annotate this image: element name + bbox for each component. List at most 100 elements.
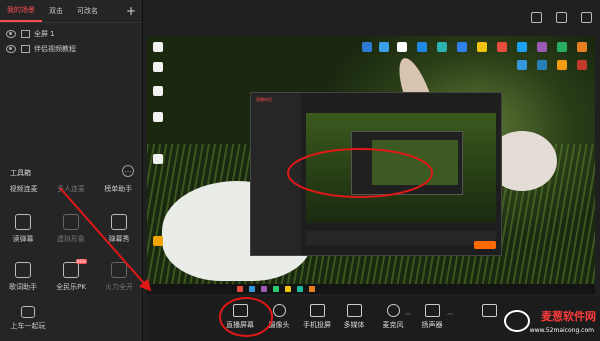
microphone-label: 麦克风: [382, 321, 404, 329]
desktop-app-icon: [437, 42, 447, 52]
nested-live-window: 直播伴侣: [250, 92, 502, 256]
speaker-button[interactable]: 扬声器: [412, 304, 452, 330]
screen-capture-button[interactable]: 直播屏幕: [220, 304, 260, 330]
media-icon: [346, 304, 362, 317]
tool-label: 歌词助手: [9, 283, 37, 291]
gift-icon[interactable]: [531, 12, 542, 23]
taskbar-icon: [297, 286, 303, 292]
toolbox-tabs: 视频连麦 多人连麦 榜单助手: [0, 184, 142, 194]
nested-live-button: [474, 241, 496, 249]
tool-read-danmaku[interactable]: 读弹幕: [0, 214, 46, 244]
trash-icon[interactable]: [556, 12, 567, 23]
phone-cast-button[interactable]: 手机投屏: [297, 304, 337, 330]
tab-double-click[interactable]: 双击: [42, 0, 70, 22]
screen-capture-label: 直播屏幕: [226, 321, 254, 329]
tab-video-link[interactable]: 视频连麦: [10, 184, 38, 194]
top-right-icons: [531, 12, 592, 23]
nested-title: 直播伴侣: [256, 97, 272, 102]
scene-tabs: 我的场景 双击 可改名 +: [0, 0, 142, 23]
more-icon[interactable]: …: [122, 165, 134, 177]
taskbar-icon: [285, 286, 291, 292]
source-label: 全屏 1: [34, 29, 55, 38]
tool-pk[interactable]: NEW 全民乐PK: [48, 259, 94, 292]
taskbar-icon: [273, 286, 279, 292]
desktop-app-icon: [417, 42, 427, 52]
desktop-app-icon: [577, 42, 587, 52]
download-icon: [111, 262, 127, 278]
lyrics-icon: [15, 262, 31, 278]
share-icon[interactable]: [581, 12, 592, 23]
desktop-app-icon: [517, 60, 527, 70]
danmaku-show-icon: [111, 214, 127, 230]
ride-together-label: 上车一起玩: [10, 322, 46, 330]
desktop-file-icon: [153, 86, 163, 96]
taskbar-icon: [309, 286, 315, 292]
tab-rank-helper[interactable]: 榜单助手: [104, 184, 132, 194]
camera-icon: [272, 304, 286, 317]
desktop-app-icon: [557, 60, 567, 70]
avatar-icon: [63, 214, 79, 230]
nested-inner-preview: [372, 140, 458, 185]
chevron-up-icon[interactable]: ︿: [447, 308, 453, 317]
desktop-app-icon: [477, 42, 487, 52]
tab-multi-link[interactable]: 多人连麦: [57, 184, 85, 194]
fullscreen-icon: [21, 29, 30, 38]
source-list: 全屏 1 伴侣视频教程: [0, 26, 142, 56]
desktop-app-icon: [517, 42, 527, 52]
eye-icon[interactable]: [6, 44, 16, 53]
source-item[interactable]: 全屏 1: [0, 26, 142, 41]
desktop-app-icon: [537, 60, 547, 70]
tab-rename[interactable]: 可改名: [70, 0, 105, 22]
desktop-app-icon: [557, 42, 567, 52]
new-badge: NEW: [75, 259, 87, 264]
source-item[interactable]: 伴侣视频教程: [0, 41, 142, 56]
media-label: 多媒体: [343, 321, 365, 329]
danmaku-icon: [15, 214, 31, 230]
nested-bottom-bar: [306, 231, 496, 245]
taskbar-icon: [249, 286, 255, 292]
tool-label: 全民乐PK: [56, 283, 86, 291]
bottom-toolbar: 直播屏幕 摄像头 手机投屏 多媒体 麦克风 ︿ 扬声器 ︿: [147, 296, 600, 341]
toolbox-title: 工具箱: [10, 169, 31, 177]
microphone-icon: [386, 304, 400, 317]
media-button[interactable]: 多媒体: [334, 304, 374, 330]
desktop-app-icon: [153, 236, 163, 246]
speaker-icon: [424, 304, 440, 317]
watermark-logo-icon: [504, 310, 530, 332]
eye-icon[interactable]: [6, 29, 16, 38]
desktop-file-icon: [153, 62, 163, 72]
record-icon: [481, 304, 497, 317]
app-window: 我的场景 双击 可改名 + 全屏 1 伴侣视频教程 工具箱 … 视频连麦 多人连…: [0, 0, 600, 341]
tool-label: 弹幕秀: [108, 235, 130, 243]
left-panel: 我的场景 双击 可改名 + 全屏 1 伴侣视频教程 工具箱 … 视频连麦 多人连…: [0, 0, 143, 341]
nested-inner-window: [351, 131, 463, 195]
tool-danmaku-show[interactable]: 弹幕秀: [96, 214, 142, 244]
taskbar-icon: [237, 286, 243, 292]
nested-left-panel: [251, 93, 301, 255]
taskbar: [147, 284, 595, 294]
source-label: 伴侣视频教程: [34, 44, 76, 53]
ride-together-button[interactable]: 上车一起玩: [8, 306, 48, 331]
watermark-name: 麦葱软件网: [541, 310, 596, 323]
desktop-app-icon: [457, 42, 467, 52]
desktop-file-icon: [153, 154, 163, 164]
add-scene-button[interactable]: +: [126, 4, 136, 18]
record-button[interactable]: [469, 304, 509, 320]
chevron-up-icon[interactable]: ︿: [405, 308, 411, 317]
tool-label: 火力全开: [105, 283, 133, 291]
tool-lyrics[interactable]: 歌词助手: [0, 262, 46, 292]
desktop-file-icon: [153, 112, 163, 122]
desktop-app-icon: [537, 42, 547, 52]
speaker-label: 扬声器: [421, 321, 443, 329]
phone-icon: [309, 304, 325, 317]
tab-my-scene[interactable]: 我的场景: [0, 0, 42, 22]
tool-virtual-avatar[interactable]: 虚拟形象: [48, 214, 94, 244]
live-preview[interactable]: 直播伴侣: [147, 36, 595, 294]
tool-label: 读弹幕: [12, 235, 34, 243]
watermark-url: www.52maicong.com: [529, 327, 594, 334]
tool-full-fire[interactable]: 火力全开: [96, 262, 142, 292]
desktop-file-icon: [153, 42, 163, 52]
car-icon: [21, 306, 35, 318]
camera-button[interactable]: 摄像头: [259, 304, 299, 330]
taskbar-icon: [261, 286, 267, 292]
